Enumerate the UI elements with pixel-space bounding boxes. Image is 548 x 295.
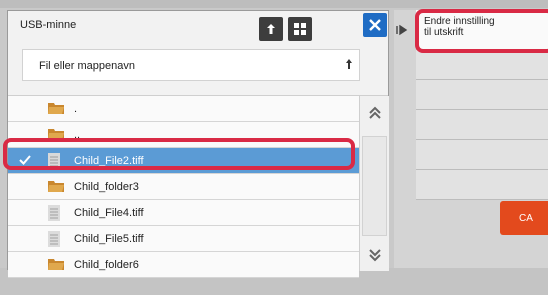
list-item[interactable]: Child_folder3 <box>8 174 359 200</box>
scroll-down-button[interactable] <box>362 240 387 270</box>
file-icon <box>48 231 60 247</box>
ca-button[interactable]: CA <box>500 201 548 235</box>
setting-item-highlight <box>415 9 548 53</box>
side-menu-item[interactable] <box>416 80 548 110</box>
sort-header[interactable]: Fil eller mappenavn <box>22 49 360 81</box>
scrollbar[interactable] <box>359 96 389 271</box>
scroll-thumb[interactable] <box>362 136 387 236</box>
close-button[interactable] <box>363 13 387 37</box>
side-menu-item[interactable] <box>416 50 548 80</box>
expand-arrow-icon[interactable] <box>396 24 408 36</box>
item-name: Child_folder3 <box>74 181 139 193</box>
list-item[interactable]: . <box>8 96 359 122</box>
file-list: . .. Child_File2.tiff Child_folder3 Chil… <box>8 96 359 278</box>
up-folder-button[interactable] <box>259 17 283 41</box>
list-item[interactable]: Child_File5.tiff <box>8 226 359 252</box>
folder-icon <box>48 103 64 114</box>
folder-icon <box>48 181 64 192</box>
double-chevron-up-icon <box>368 106 381 119</box>
side-menu-item[interactable] <box>416 140 548 170</box>
thumbnail-view-button[interactable] <box>288 17 312 41</box>
thumbnail-view-icon <box>294 23 306 35</box>
close-icon <box>369 19 381 31</box>
file-icon <box>48 205 60 221</box>
double-chevron-down-icon <box>368 249 381 262</box>
list-item[interactable]: Child_File4.tiff <box>8 200 359 226</box>
sort-ascending-icon[interactable] <box>345 56 353 72</box>
selected-item-highlight <box>3 138 355 170</box>
item-name: Child_folder6 <box>74 259 139 271</box>
sort-label: Fil eller mappenavn <box>39 60 135 72</box>
item-name: . <box>74 103 78 115</box>
side-menu-item[interactable] <box>416 110 548 140</box>
list-item[interactable]: Child_folder6 <box>8 252 359 278</box>
side-menu-item[interactable] <box>416 170 548 200</box>
background-top <box>0 0 548 8</box>
dialog-title: USB-minne <box>20 19 77 31</box>
scroll-up-button[interactable] <box>362 98 387 128</box>
folder-icon <box>48 259 64 270</box>
item-name: Child_File4.tiff <box>74 207 144 219</box>
up-folder-icon <box>267 24 275 34</box>
item-name: Child_File5.tiff <box>74 233 144 245</box>
